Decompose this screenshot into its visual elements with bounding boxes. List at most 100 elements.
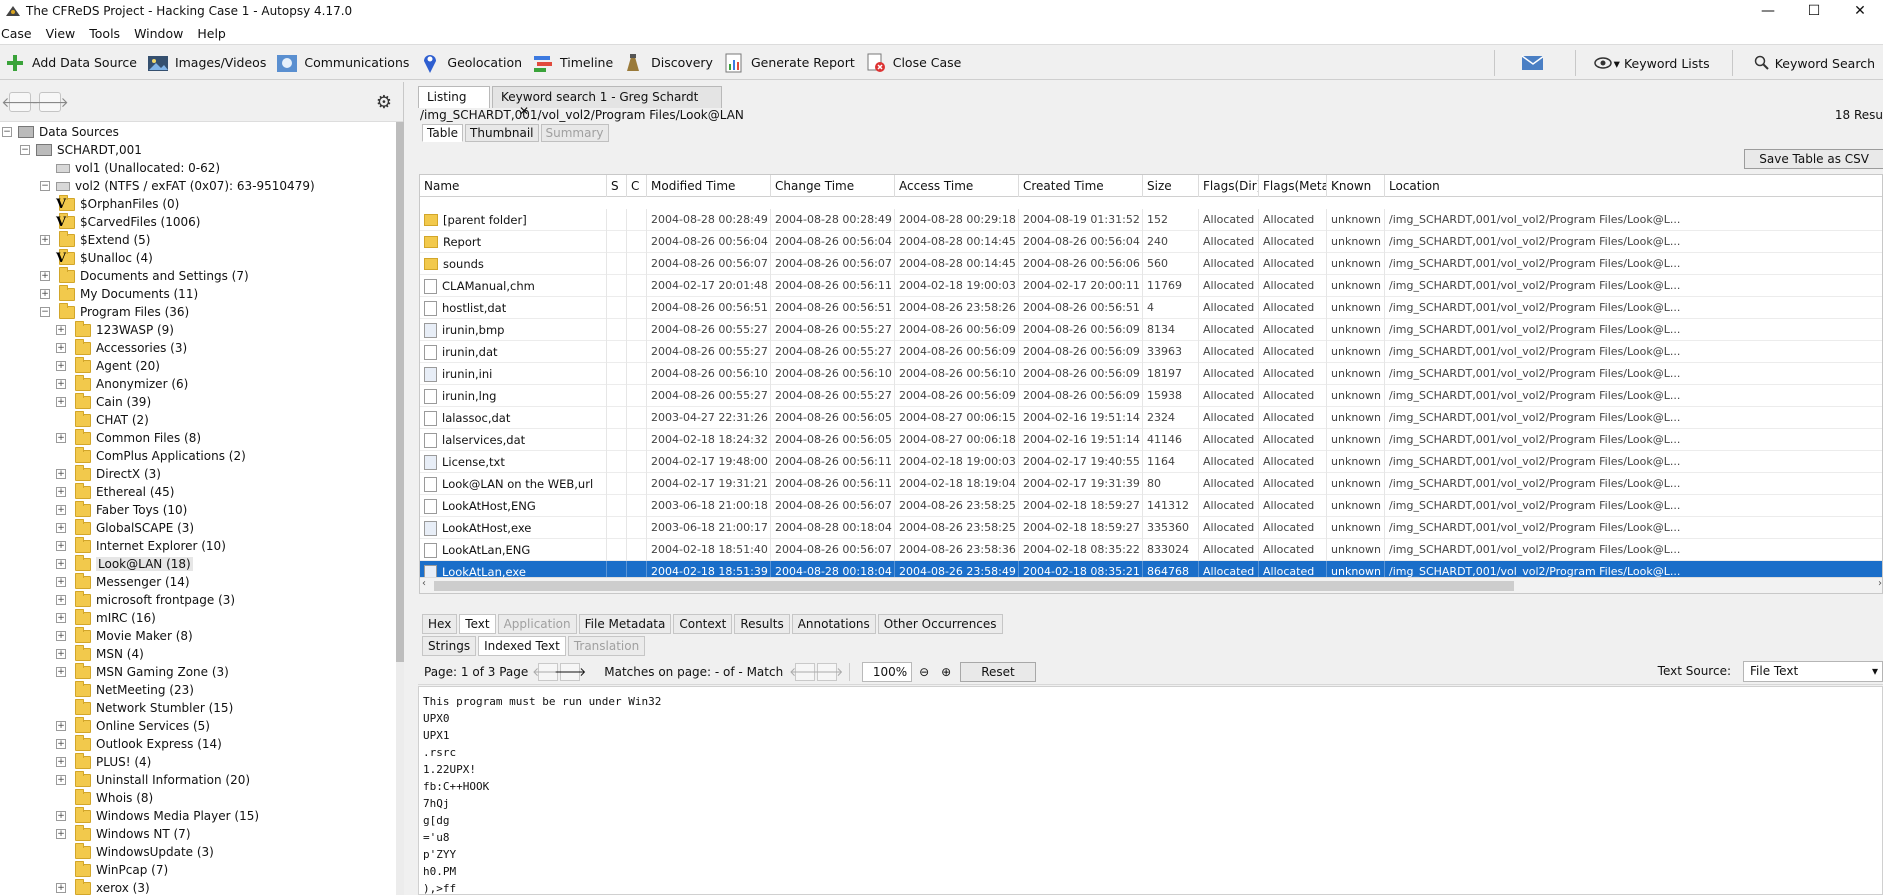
menu-help[interactable]: Help [196, 26, 234, 41]
tree-node[interactable]: NetMeeting (23) [56, 680, 194, 699]
extracted-text-viewer[interactable]: This program must be run under Win32 UPX… [418, 686, 1883, 895]
tree-node[interactable]: − Data Sources [2, 123, 119, 141]
column-header[interactable]: Flags(Dir) [1199, 175, 1259, 197]
collapse-icon[interactable]: − [40, 307, 50, 317]
discovery-button[interactable]: Discovery [619, 49, 719, 77]
tree-node[interactable]: + Online Services (5) [56, 716, 210, 735]
forward-arrow-icon[interactable]: 🡒 [31, 92, 69, 112]
tree-node[interactable]: + Faber Toys (10) [56, 500, 187, 519]
tree-node[interactable]: + Common Files (8) [56, 428, 201, 447]
table-row[interactable]: Look@LAN on the WEB,url 2004-02-17 19:31:… [420, 473, 1882, 495]
tree-node[interactable]: WindowsUpdate (3) [56, 842, 214, 861]
expand-icon[interactable]: + [56, 631, 66, 641]
expand-icon[interactable]: + [56, 649, 66, 659]
expand-icon[interactable]: + [56, 559, 66, 569]
scroll-left-icon[interactable]: ‹ [422, 578, 426, 589]
table-row[interactable]: lalservices,dat2004-02-18 18:24:32 KST20… [420, 429, 1882, 451]
expand-icon[interactable]: + [56, 667, 66, 677]
table-row[interactable]: lalassoc,dat2003-04-27 22:31:26 KST2004-… [420, 407, 1882, 429]
table-row[interactable]: irunin,bmp2004-08-26 00:55:27 KST2004-08… [420, 319, 1882, 341]
expand-icon[interactable]: + [56, 343, 66, 353]
expand-icon[interactable]: + [56, 541, 66, 551]
expand-icon[interactable]: + [56, 397, 66, 407]
tab-text[interactable]: Text [459, 614, 496, 634]
tab-strings[interactable]: Strings [422, 636, 477, 656]
column-header[interactable]: Modified Time [647, 175, 771, 197]
tab-listing[interactable]: Listing [418, 86, 490, 108]
expand-icon[interactable]: + [56, 613, 66, 623]
zoom-input[interactable]: 100% [862, 661, 913, 682]
expand-icon[interactable]: + [56, 811, 66, 821]
communications-button[interactable]: Communications [272, 49, 415, 77]
tree-node[interactable]: + mIRC (16) [56, 608, 156, 627]
tree-node[interactable]: V $Unalloc (4) [40, 248, 153, 267]
add-data-source-button[interactable]: Add Data Source [0, 49, 143, 77]
tree-node[interactable]: + Windows Media Player (15) [56, 806, 259, 825]
scroll-right-icon[interactable]: › [1878, 578, 1882, 589]
images-videos-button[interactable]: Images/Videos [143, 49, 272, 77]
tree-node[interactable]: + Movie Maker (8) [56, 626, 193, 645]
text-source-select[interactable]: File Text ▾ [1743, 661, 1883, 682]
table-row[interactable]: LookAtLan,ENG2004-02-18 18:51:40 KST2004… [420, 539, 1882, 561]
tab-other-occurrences[interactable]: Other Occurrences [877, 614, 1003, 634]
table-row[interactable]: LookAtHost,exe2003-06-18 21:00:17 KST200… [420, 517, 1882, 539]
zoom-out-icon[interactable]: ⊖ [914, 663, 934, 681]
table-row[interactable]: irunin,dat2004-08-26 00:55:27 KST2004-08… [420, 341, 1882, 363]
column-header[interactable]: Known [1327, 175, 1385, 197]
expand-icon[interactable]: + [56, 379, 66, 389]
tree-node[interactable]: WinPcap (7) [56, 860, 168, 879]
expand-icon[interactable]: + [56, 829, 66, 839]
expand-icon[interactable]: + [40, 235, 50, 245]
expand-icon[interactable]: + [56, 505, 66, 515]
expand-icon[interactable]: + [56, 469, 66, 479]
column-header[interactable]: Change Time [771, 175, 895, 197]
column-header[interactable]: Location [1385, 175, 1882, 197]
tree-node[interactable]: CHAT (2) [56, 410, 149, 429]
tab-thumbnail[interactable]: Thumbnail [465, 124, 539, 142]
table-row[interactable]: Report2004-08-26 00:56:04 KST2004-08-26 … [420, 231, 1882, 253]
column-header[interactable]: C [627, 175, 647, 197]
tree-node[interactable]: + MSN Gaming Zone (3) [56, 662, 229, 681]
tree-node[interactable]: + Cain (39) [56, 392, 151, 411]
tree-node[interactable]: + xerox (3) [56, 878, 150, 895]
tab-hex[interactable]: Hex [422, 614, 458, 634]
mail-button[interactable] [1501, 49, 1569, 77]
keyword-search-button[interactable]: Keyword Search [1739, 49, 1883, 77]
tree-node[interactable]: + $Extend (5) [40, 230, 150, 249]
zoom-in-icon[interactable]: ⊕ [936, 663, 956, 681]
tab-results[interactable]: Results [734, 614, 790, 634]
tree-node[interactable]: + microsoft frontpage (3) [56, 590, 235, 609]
expand-icon[interactable]: + [56, 775, 66, 785]
tab-keyword-search[interactable]: Keyword search 1 - Greg Schardt ✕ [492, 86, 722, 118]
expand-icon[interactable]: + [56, 739, 66, 749]
tree-node[interactable]: + Accessories (3) [56, 338, 187, 357]
collapse-icon[interactable]: − [40, 181, 50, 191]
menu-tools[interactable]: Tools [88, 26, 128, 41]
tree-node[interactable]: + Anonymizer (6) [56, 374, 188, 393]
table-row[interactable]: irunin,ini2004-08-26 00:56:10 KST2004-08… [420, 363, 1882, 385]
gear-icon[interactable]: ⚙ [373, 91, 395, 113]
maximize-button[interactable]: ☐ [1791, 0, 1837, 22]
tree-node[interactable]: + MSN (4) [56, 644, 144, 663]
tree-node[interactable]: Network Stumbler (15) [56, 698, 233, 717]
expand-icon[interactable]: + [56, 325, 66, 335]
tree-node[interactable]: + GlobalSCAPE (3) [56, 518, 194, 537]
collapse-icon[interactable]: − [2, 127, 12, 137]
keyword-lists-button[interactable]: ▾ Keyword Lists [1582, 49, 1726, 77]
back-arrow-icon[interactable]: 🡐 [1, 92, 39, 112]
next-page-icon[interactable]: 🡒 [554, 662, 586, 681]
tree-node[interactable]: − Program Files (36) [40, 302, 189, 321]
close-window-button[interactable]: ✕ [1837, 0, 1883, 22]
column-header[interactable]: Created Time [1019, 175, 1143, 197]
tab-annotations[interactable]: Annotations [791, 614, 876, 634]
tree-node[interactable]: − vol2 (NTFS / exFAT (0x07): 63-9510479) [40, 177, 315, 195]
tree-node[interactable]: + Documents and Settings (7) [40, 266, 249, 285]
tree-node[interactable]: + Internet Explorer (10) [56, 536, 226, 555]
tree-node[interactable]: + Uninstall Information (20) [56, 770, 250, 789]
expand-icon[interactable]: + [40, 271, 50, 281]
column-header[interactable]: Flags(Meta) [1259, 175, 1327, 197]
expand-icon[interactable]: + [56, 883, 66, 893]
tab-indexed-text[interactable]: Indexed Text [478, 636, 566, 656]
tree-node[interactable]: + Messenger (14) [56, 572, 190, 591]
expand-icon[interactable]: + [56, 433, 66, 443]
